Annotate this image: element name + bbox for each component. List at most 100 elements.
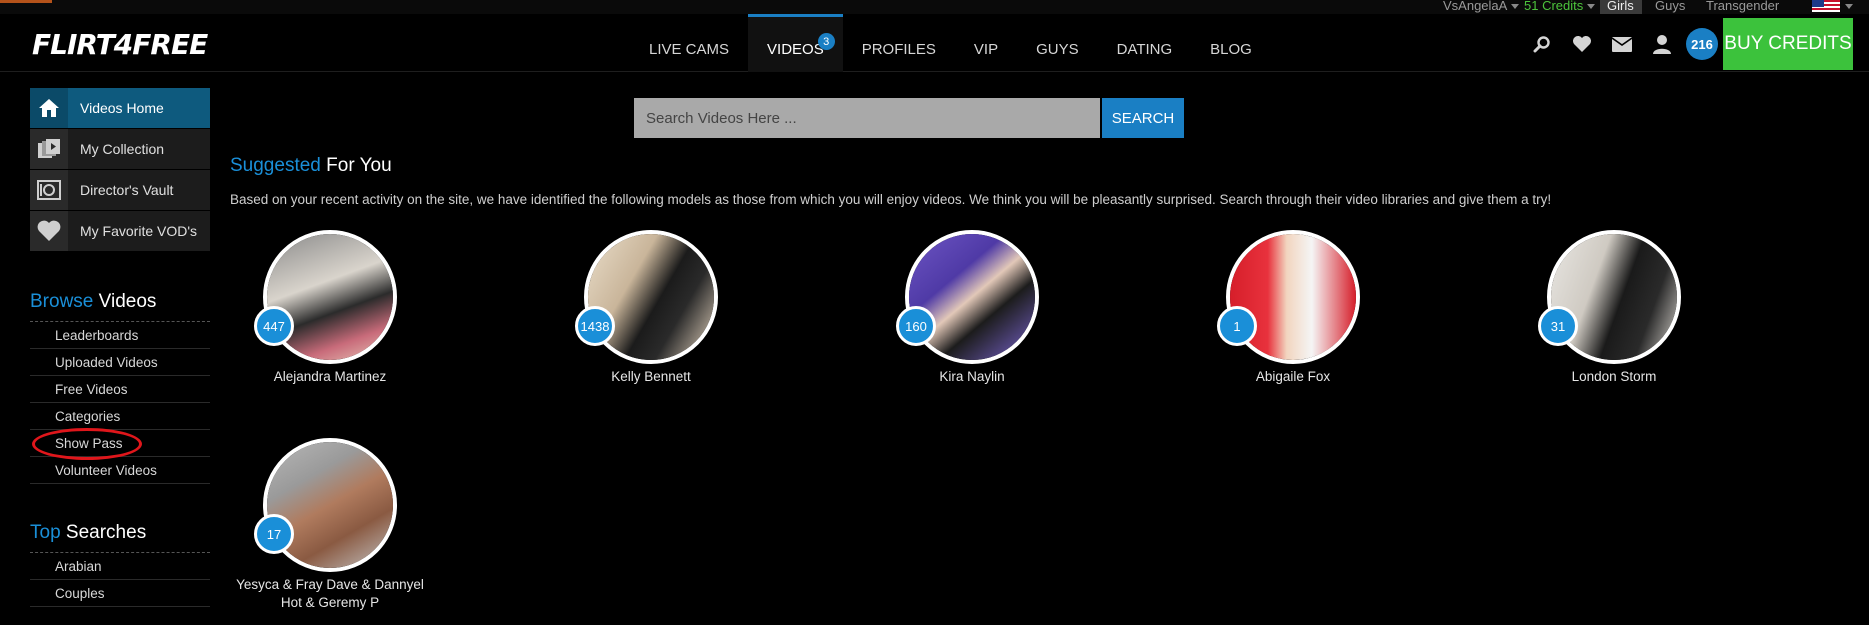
utility-bar: VsAngelaA 51 Credits Girls Guys Transgen… [0, 0, 1869, 16]
nav-guys[interactable]: GUYS [1017, 14, 1098, 72]
utility-accent [0, 0, 52, 3]
video-count-badge: 447 [254, 306, 294, 346]
sidebar-item-free-videos[interactable]: Free Videos [30, 376, 210, 403]
nav-blog[interactable]: BLOG [1191, 14, 1271, 72]
video-count-badge: 1438 [575, 306, 615, 346]
model-card[interactable]: 1438 Kelly Bennett [551, 230, 751, 386]
model-name[interactable]: Abigaile Fox [1193, 368, 1393, 386]
videos-side-menu: Videos Home My Collection Director's Vau… [30, 88, 210, 251]
sidebar-item-my-collection[interactable]: My Collection [30, 129, 210, 169]
model-card[interactable]: 17 Yesyca & Fray Dave & Dannyel Hot & Ge… [230, 438, 430, 612]
video-count-badge: 17 [254, 514, 294, 554]
model-avatar[interactable] [1226, 230, 1360, 364]
model-name[interactable]: Kelly Bennett [551, 368, 751, 386]
title-highlight: Suggested [230, 155, 321, 176]
model-avatar[interactable] [905, 230, 1039, 364]
model-name[interactable]: Alejandra Martinez [230, 368, 430, 386]
browse-videos-section: Browse Videos Leaderboards Uploaded Vide… [30, 291, 210, 484]
videos-badge: 3 [817, 33, 835, 50]
sidebar-item-label: Director's Vault [80, 182, 174, 198]
video-count-badge: 160 [896, 306, 936, 346]
video-search: Search Videos Here ... SEARCH [634, 98, 1184, 138]
sidebar-item-label: My Favorite VOD's [80, 223, 198, 239]
nav-profiles[interactable]: PROFILES [843, 14, 955, 72]
video-count-badge: 1 [1217, 306, 1257, 346]
model-name[interactable]: London Storm [1514, 368, 1714, 386]
video-count-badge: 31 [1538, 306, 1578, 346]
category-transgender[interactable]: Transgender [1706, 0, 1779, 13]
search-icon[interactable] [1522, 29, 1562, 59]
username-label: VsAngelaA [1443, 0, 1508, 13]
credits-label: 51 Credits [1524, 0, 1584, 13]
nav-vip[interactable]: VIP [955, 14, 1017, 72]
vault-icon [30, 170, 68, 210]
home-icon [30, 88, 68, 128]
sidebar-item-arabian[interactable]: Arabian [30, 553, 210, 580]
nav-dating[interactable]: DATING [1098, 14, 1192, 72]
nav-label: VIP [973, 40, 999, 58]
sidebar-item-show-pass[interactable]: Show Pass [30, 428, 210, 460]
suggested-description: Based on your recent activity on the sit… [230, 192, 1552, 207]
model-name[interactable]: Yesyca & Fray Dave & Dannyel Hot & Gerem… [230, 576, 430, 612]
search-button[interactable]: SEARCH [1102, 98, 1184, 138]
sidebar-item-categories[interactable]: Categories [30, 403, 210, 430]
nav-label: PROFILES [861, 40, 936, 58]
model-card[interactable]: 1 Abigaile Fox [1193, 230, 1393, 386]
model-card[interactable]: 160 Kira Naylin [872, 230, 1072, 386]
heart-icon [30, 211, 68, 251]
chevron-down-icon [1587, 4, 1596, 10]
category-girls[interactable]: Girls [1607, 0, 1634, 13]
category-guys[interactable]: Guys [1655, 0, 1685, 13]
title-highlight: Browse [30, 291, 94, 312]
nav-label: LIVE CAMS [649, 40, 730, 58]
model-name[interactable]: Kira Naylin [872, 368, 1072, 386]
top-searches-title: Top Searches [30, 522, 210, 553]
sidebar-item-favorite-vods[interactable]: My Favorite VOD's [30, 211, 210, 251]
chevron-down-icon[interactable] [1845, 4, 1853, 9]
sidebar-item-uploaded-videos[interactable]: Uploaded Videos [30, 349, 210, 376]
sidebar-item-leaderboards[interactable]: Leaderboards [30, 322, 210, 349]
buy-credits-button[interactable]: BUY CREDITS [1723, 18, 1853, 70]
sidebar-item-label: Videos Home [80, 100, 164, 116]
user-icon[interactable] [1642, 29, 1682, 59]
credits-dropdown[interactable]: 51 Credits [1524, 0, 1596, 13]
main-header: FLIRT4FREE LIVE CAMS VIDEOS 3 PROFILES VI… [0, 14, 1869, 72]
browse-list: Leaderboards Uploaded Videos Free Videos… [30, 322, 210, 484]
header-icons: 216 [1522, 28, 1718, 60]
mail-icon[interactable] [1602, 29, 1642, 59]
model-avatar[interactable] [263, 230, 397, 364]
title-rest: For You [326, 155, 392, 176]
annotation-circle [32, 428, 142, 460]
sidebar-item-directors-vault[interactable]: Director's Vault [30, 170, 210, 210]
browse-videos-title: Browse Videos [30, 291, 210, 322]
collection-icon [30, 129, 68, 169]
nav-live-cams[interactable]: LIVE CAMS [630, 14, 748, 72]
suggested-title: Suggested For You [230, 155, 392, 177]
nav-label: BLOG [1210, 40, 1252, 58]
heart-icon[interactable] [1562, 29, 1602, 59]
notification-count-badge[interactable]: 216 [1686, 28, 1718, 60]
model-card[interactable]: 31 London Storm [1514, 230, 1714, 386]
sidebar-item-volunteer-videos[interactable]: Volunteer Videos [30, 457, 210, 484]
nav-label: VIDEOS [767, 40, 824, 58]
search-input[interactable]: Search Videos Here ... [634, 98, 1100, 138]
sidebar-item-couples[interactable]: Couples [30, 580, 210, 607]
nav-label: DATING [1116, 40, 1173, 58]
username-dropdown[interactable]: VsAngelaA [1443, 0, 1520, 13]
sidebar: Videos Home My Collection Director's Vau… [30, 88, 210, 607]
nav-videos[interactable]: VIDEOS 3 [748, 14, 843, 72]
us-flag-icon[interactable] [1812, 0, 1840, 12]
model-card[interactable]: 447 Alejandra Martinez [230, 230, 430, 386]
model-avatar[interactable] [1547, 230, 1681, 364]
sidebar-item-label: My Collection [80, 141, 165, 157]
model-avatar[interactable] [584, 230, 718, 364]
chevron-down-icon [1511, 4, 1520, 10]
nav-label: GUYS [1036, 40, 1079, 58]
title-highlight: Top [30, 522, 61, 543]
top-searches-section: Top Searches Arabian Couples [30, 522, 210, 607]
model-avatar[interactable] [263, 438, 397, 572]
main-nav: LIVE CAMS VIDEOS 3 PROFILES VIP GUYS DATI… [630, 14, 1271, 72]
title-rest: Searches [65, 522, 147, 543]
sidebar-item-videos-home[interactable]: Videos Home [30, 88, 210, 128]
site-logo[interactable]: FLIRT4FREE [32, 28, 208, 61]
